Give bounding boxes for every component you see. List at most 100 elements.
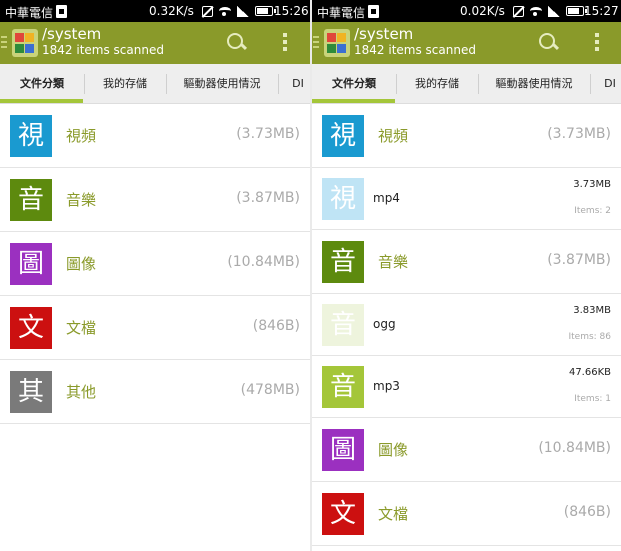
status-bar: 中華電信 0.02K/s 15:27 xyxy=(312,0,621,22)
file-extension-label: mp4 xyxy=(373,191,400,205)
category-row[interactable]: 圖 圖像 (10.84MB) xyxy=(312,418,621,482)
battery-icon xyxy=(255,6,276,16)
file-type-size: 3.73MB xyxy=(573,179,611,190)
carrier-name: 中華電信 xyxy=(317,6,366,20)
wifi-icon xyxy=(219,7,231,16)
category-row[interactable]: 音 音樂 (3.87MB) xyxy=(0,168,310,232)
category-icon: 其 xyxy=(10,371,52,413)
category-label: 其他 xyxy=(66,383,97,401)
category-size: (478MB) xyxy=(240,382,300,398)
items-scanned-subtitle: 1842 items scanned xyxy=(42,43,164,57)
category-size: (3.73MB) xyxy=(547,126,611,142)
tab-0[interactable]: 文件分類 xyxy=(312,64,396,104)
clock: 15:26 xyxy=(274,4,309,18)
file-type-row[interactable]: 音 ogg 3.83MB Items: 86 xyxy=(312,294,621,356)
category-size: (846B) xyxy=(252,318,300,334)
category-icon: 圖 xyxy=(322,429,364,471)
category-size: (10.84MB) xyxy=(227,254,300,270)
tab-3[interactable]: DI xyxy=(590,64,621,104)
folder-path-title: /system xyxy=(42,25,102,43)
category-label: 圖像 xyxy=(378,441,409,459)
mute-icon xyxy=(202,5,213,17)
network-speed: 0.02K/s xyxy=(460,4,505,18)
category-row[interactable]: 音 音樂 (3.87MB) xyxy=(312,230,621,294)
carrier-name: 中華電信 xyxy=(5,6,54,20)
signal-icon xyxy=(237,5,249,17)
file-type-size: 3.83MB xyxy=(573,305,611,316)
tab-bar: 文件分類 我的存儲 驅動器使用情況 DI xyxy=(312,64,621,104)
category-label: 文檔 xyxy=(378,505,409,523)
battery-icon xyxy=(566,6,587,16)
category-row[interactable]: 視 視頻 (3.73MB) xyxy=(312,104,621,168)
category-row[interactable]: 圖 圖像 (10.84MB) xyxy=(0,232,310,296)
file-type-icon: 音 xyxy=(322,304,364,346)
category-size: (3.87MB) xyxy=(236,190,300,206)
category-row[interactable]: 其 其他 (478MB) xyxy=(0,360,310,424)
category-icon: 音 xyxy=(322,241,364,283)
tab-separator xyxy=(166,74,167,94)
app-logo-icon[interactable] xyxy=(324,29,350,57)
tab-3[interactable]: DI xyxy=(278,64,310,104)
file-extension-label: ogg xyxy=(373,317,396,331)
active-tab-indicator xyxy=(0,99,83,103)
search-icon[interactable] xyxy=(537,31,561,55)
sim-card-icon xyxy=(368,5,379,18)
search-icon[interactable] xyxy=(225,31,249,55)
file-type-row[interactable]: 視 mp4 3.73MB Items: 2 xyxy=(312,168,621,230)
wifi-icon xyxy=(530,7,542,16)
left-screen: 中華電信 0.32K/s 15:26 /system 1842 items sc… xyxy=(0,0,310,551)
category-row[interactable]: 文 文檔 (846B) xyxy=(0,296,310,360)
category-icon: 文 xyxy=(322,493,364,535)
signal-icon xyxy=(548,5,560,17)
category-icon: 視 xyxy=(322,115,364,157)
category-icon: 音 xyxy=(10,179,52,221)
action-bar: /system 1842 items scanned xyxy=(312,22,621,64)
file-type-item-count: Items: 86 xyxy=(568,332,611,342)
action-bar: /system 1842 items scanned xyxy=(0,22,310,64)
category-size: (3.73MB) xyxy=(236,126,300,142)
category-size: (10.84MB) xyxy=(538,440,611,456)
category-label: 圖像 xyxy=(66,255,97,273)
file-type-item-count: Items: 1 xyxy=(574,394,611,404)
tab-separator xyxy=(84,74,85,94)
tab-separator xyxy=(278,74,279,94)
category-label: 視頻 xyxy=(66,127,97,145)
file-type-size: 47.66KB xyxy=(568,367,611,378)
mute-icon xyxy=(513,5,524,17)
file-type-icon: 音 xyxy=(322,366,364,408)
category-row[interactable]: 文 文檔 (846B) xyxy=(312,482,621,546)
tab-1[interactable]: 我的存儲 xyxy=(396,64,478,104)
right-screen: 中華電信 0.02K/s 15:27 /system 1842 items sc… xyxy=(312,0,621,551)
tab-separator xyxy=(396,74,397,94)
overflow-menu-icon[interactable] xyxy=(595,33,599,53)
tab-1[interactable]: 我的存儲 xyxy=(84,64,166,104)
items-scanned-subtitle: 1842 items scanned xyxy=(354,43,476,57)
drawer-menu-icon[interactable] xyxy=(1,36,7,48)
category-list: 視 視頻 (3.73MB) 音 音樂 (3.87MB) 圖 圖像 (10.84M… xyxy=(0,104,310,424)
status-icons xyxy=(202,5,276,17)
tab-2[interactable]: 驅動器使用情況 xyxy=(478,64,590,104)
file-type-row[interactable]: 音 mp3 47.66KB Items: 1 xyxy=(312,356,621,418)
sim-card-icon xyxy=(56,5,67,18)
category-label: 音樂 xyxy=(66,191,97,209)
file-extension-label: mp3 xyxy=(373,379,400,393)
category-size: (3.87MB) xyxy=(547,252,611,268)
overflow-menu-icon[interactable] xyxy=(283,33,287,53)
category-row[interactable]: 視 視頻 (3.73MB) xyxy=(0,104,310,168)
status-icons xyxy=(513,5,587,17)
category-icon: 視 xyxy=(10,115,52,157)
active-tab-indicator xyxy=(312,99,395,103)
category-label: 音樂 xyxy=(378,253,409,271)
app-logo-icon[interactable] xyxy=(12,29,38,57)
category-size: (846B) xyxy=(563,504,611,520)
status-bar: 中華電信 0.32K/s 15:26 xyxy=(0,0,310,22)
category-label: 文檔 xyxy=(66,319,97,337)
tab-0[interactable]: 文件分類 xyxy=(0,64,84,104)
drawer-menu-icon[interactable] xyxy=(313,36,319,48)
category-label: 視頻 xyxy=(378,127,409,145)
tab-separator xyxy=(478,74,479,94)
tab-2[interactable]: 驅動器使用情況 xyxy=(166,64,278,104)
clock: 15:27 xyxy=(584,4,619,18)
folder-path-title: /system xyxy=(354,25,414,43)
tab-bar: 文件分類 我的存儲 驅動器使用情況 DI xyxy=(0,64,310,104)
